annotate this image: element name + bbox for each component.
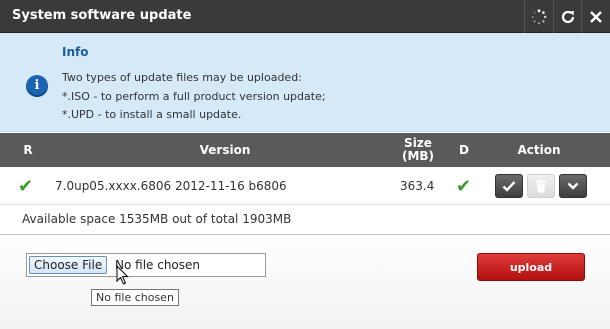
trash-icon xyxy=(536,179,546,193)
column-header-r: R xyxy=(23,142,33,157)
install-button[interactable] xyxy=(495,174,523,198)
size-cell: 363.4 xyxy=(400,179,435,193)
info-line: *.ISO - to perform a full product versio… xyxy=(62,90,326,103)
title-bar: System software update xyxy=(0,0,610,33)
info-icon: i xyxy=(26,75,48,97)
spinner-icon[interactable] xyxy=(524,0,552,33)
column-header-action: Action xyxy=(517,142,561,157)
check-icon: ✔ xyxy=(18,175,34,197)
refresh-icon[interactable] xyxy=(553,0,581,33)
column-header-size-label: Size (MB) xyxy=(401,136,435,163)
info-title: Info xyxy=(62,45,89,59)
info-panel: i Info Two types of update files may be … xyxy=(0,33,610,132)
file-tooltip: No file chosen xyxy=(91,289,179,306)
column-header-d: D xyxy=(459,142,469,157)
table-header: R Version Size (MB) D Action xyxy=(0,133,610,167)
upload-button[interactable]: upload xyxy=(477,253,585,281)
check-icon: ✔ xyxy=(456,175,472,197)
info-line: Two types of update files may be uploade… xyxy=(62,71,302,84)
window-title: System software update xyxy=(12,8,192,23)
choose-file-button[interactable]: Choose File xyxy=(29,256,108,274)
delete-button[interactable] xyxy=(527,174,555,198)
table-row: ✔ 7.0up05.xxxx.6806 2012-11-16 b6806 363… xyxy=(0,167,610,205)
cursor-icon xyxy=(116,265,129,285)
upload-area: Choose File No file chosen No file chose… xyxy=(0,234,610,329)
column-header-version: Version xyxy=(199,142,251,157)
expand-button[interactable] xyxy=(559,174,587,198)
close-icon[interactable] xyxy=(581,0,610,33)
version-cell: 7.0up05.xxxx.6806 2012-11-16 b6806 xyxy=(55,179,287,193)
file-input[interactable]: Choose File No file chosen xyxy=(26,253,266,277)
available-space-text: Available space 1535MB out of total 1903… xyxy=(22,212,292,226)
column-header-size: Size (MB) xyxy=(392,133,444,167)
info-line: *.UPD - to install a small update. xyxy=(62,108,242,121)
